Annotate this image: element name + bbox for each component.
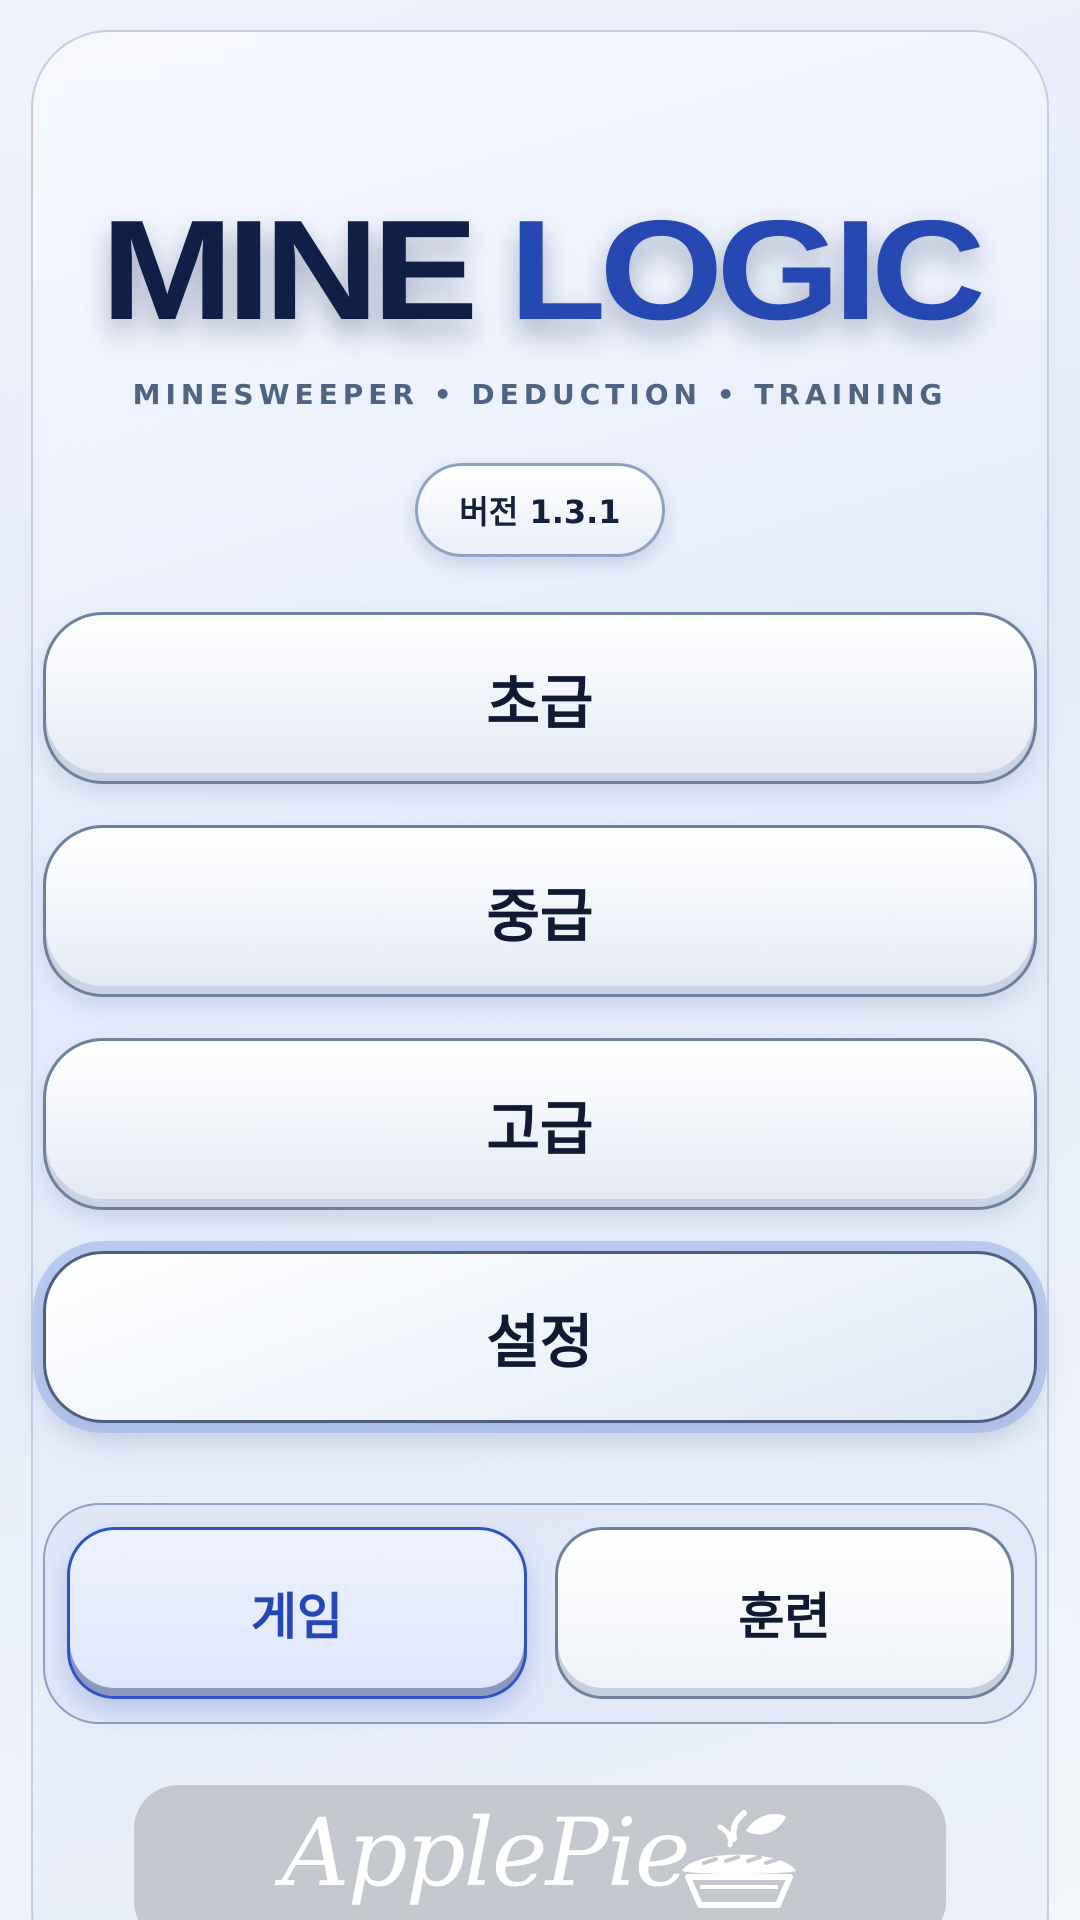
settings-button[interactable]: 설정: [43, 1251, 1037, 1423]
mode-training-button[interactable]: 훈련: [555, 1527, 1014, 1699]
apple-pie-icon: [682, 1810, 796, 1908]
beginner-label: 초급: [486, 669, 594, 737]
app-subtitle: MINESWEEPER • DEDUCTION • TRAINING: [132, 378, 948, 411]
version-label: 버전 1.3.1: [459, 493, 621, 531]
ad-banner[interactable]: ApplePie: [134, 1785, 946, 1920]
intermediate-button[interactable]: 중급: [43, 825, 1037, 997]
settings-label: 설정: [486, 1308, 594, 1376]
advanced-label: 고급: [486, 1095, 594, 1163]
mode-game-button[interactable]: 게임: [67, 1527, 527, 1699]
intermediate-label: 중급: [486, 882, 594, 950]
applepie-logo: ApplePie: [281, 1799, 691, 1908]
mode-game-label: 게임: [251, 1588, 343, 1646]
advanced-button[interactable]: 고급: [43, 1038, 1037, 1210]
mode-training-label: 훈련: [738, 1588, 831, 1646]
title-word-logic: LOGIC: [509, 191, 986, 350]
app-title: MINE LOGIC: [0, 196, 1080, 346]
beginner-button[interactable]: 초급: [43, 612, 1037, 784]
title-word-mine: MINE: [100, 191, 478, 350]
version-badge: 버전 1.3.1: [415, 463, 665, 557]
